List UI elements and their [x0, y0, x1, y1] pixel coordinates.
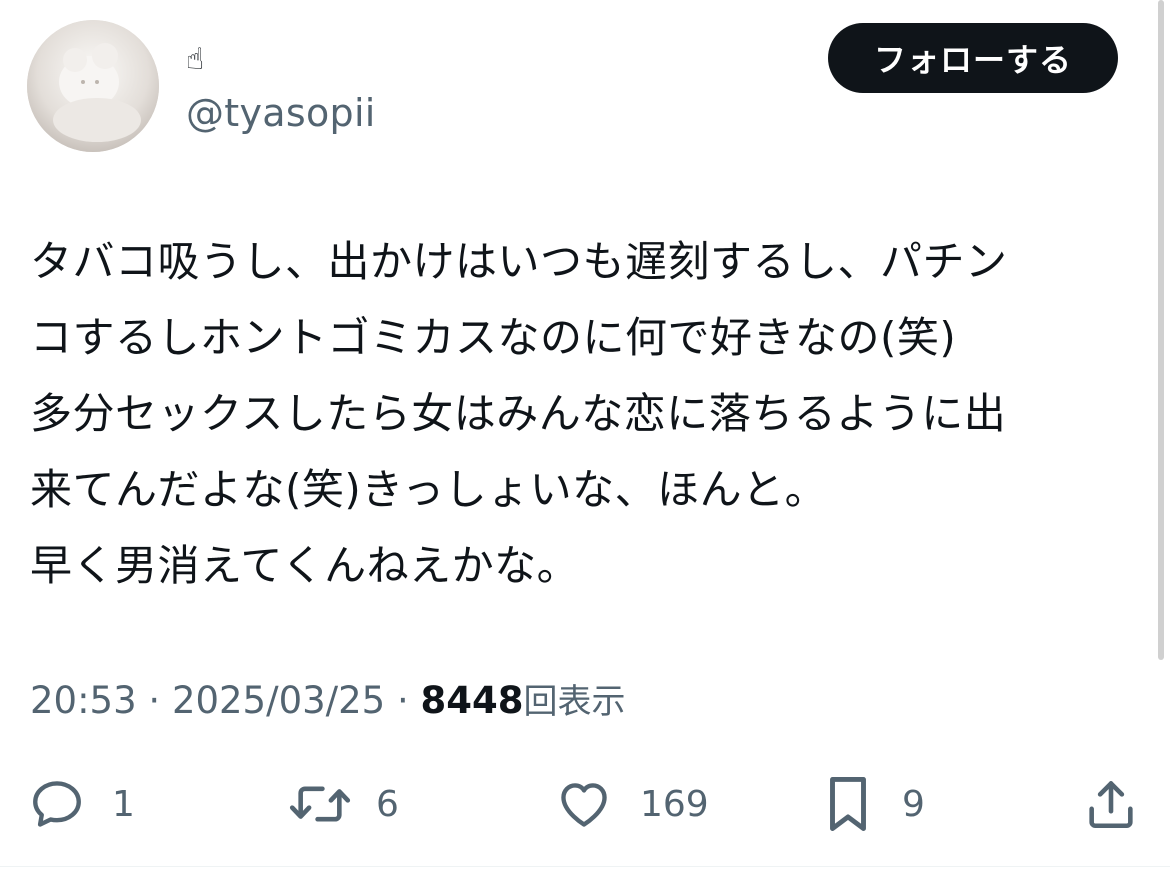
- heart-icon: [561, 783, 607, 827]
- meta-separator: ·: [136, 679, 172, 722]
- like-button[interactable]: 169: [554, 766, 709, 842]
- tweet-meta: 20:53 · 2025/03/25 · 8448回表示: [30, 678, 625, 725]
- tweet-time[interactable]: 20:53: [30, 679, 137, 722]
- action-bar: 1 6 169 9: [0, 766, 1170, 842]
- views-label: 回表示: [523, 682, 626, 722]
- avatar[interactable]: [27, 20, 159, 152]
- bottom-divider: [0, 866, 1170, 867]
- like-count: 169: [640, 783, 709, 825]
- retweet-icon: [289, 786, 351, 822]
- reply-button[interactable]: 1: [28, 766, 135, 842]
- display-name[interactable]: ☝: [186, 42, 204, 78]
- retweet-count: 6: [376, 783, 399, 825]
- tweet-date[interactable]: 2025/03/25: [172, 679, 385, 722]
- share-button[interactable]: [1082, 766, 1140, 842]
- share-icon: [1089, 781, 1133, 829]
- follow-button[interactable]: フォローする: [828, 23, 1118, 93]
- bookmark-icon: [830, 777, 866, 831]
- user-handle[interactable]: @tyasopii: [186, 90, 376, 136]
- reply-icon: [33, 781, 81, 827]
- bookmark-count: 9: [902, 783, 925, 825]
- meta-separator-2: ·: [385, 679, 421, 722]
- retweet-button[interactable]: 6: [286, 766, 399, 842]
- tweet-text: タバコ吸うし、出かけはいつも遅刻するし、パチン コするしホントゴミカスなのに何で…: [30, 237, 1008, 590]
- avatar-image: [27, 20, 159, 152]
- views-count[interactable]: 8448: [421, 679, 524, 722]
- bookmark-button[interactable]: 9: [820, 766, 925, 842]
- reply-count: 1: [112, 783, 135, 825]
- scrollbar[interactable]: [1158, 0, 1164, 660]
